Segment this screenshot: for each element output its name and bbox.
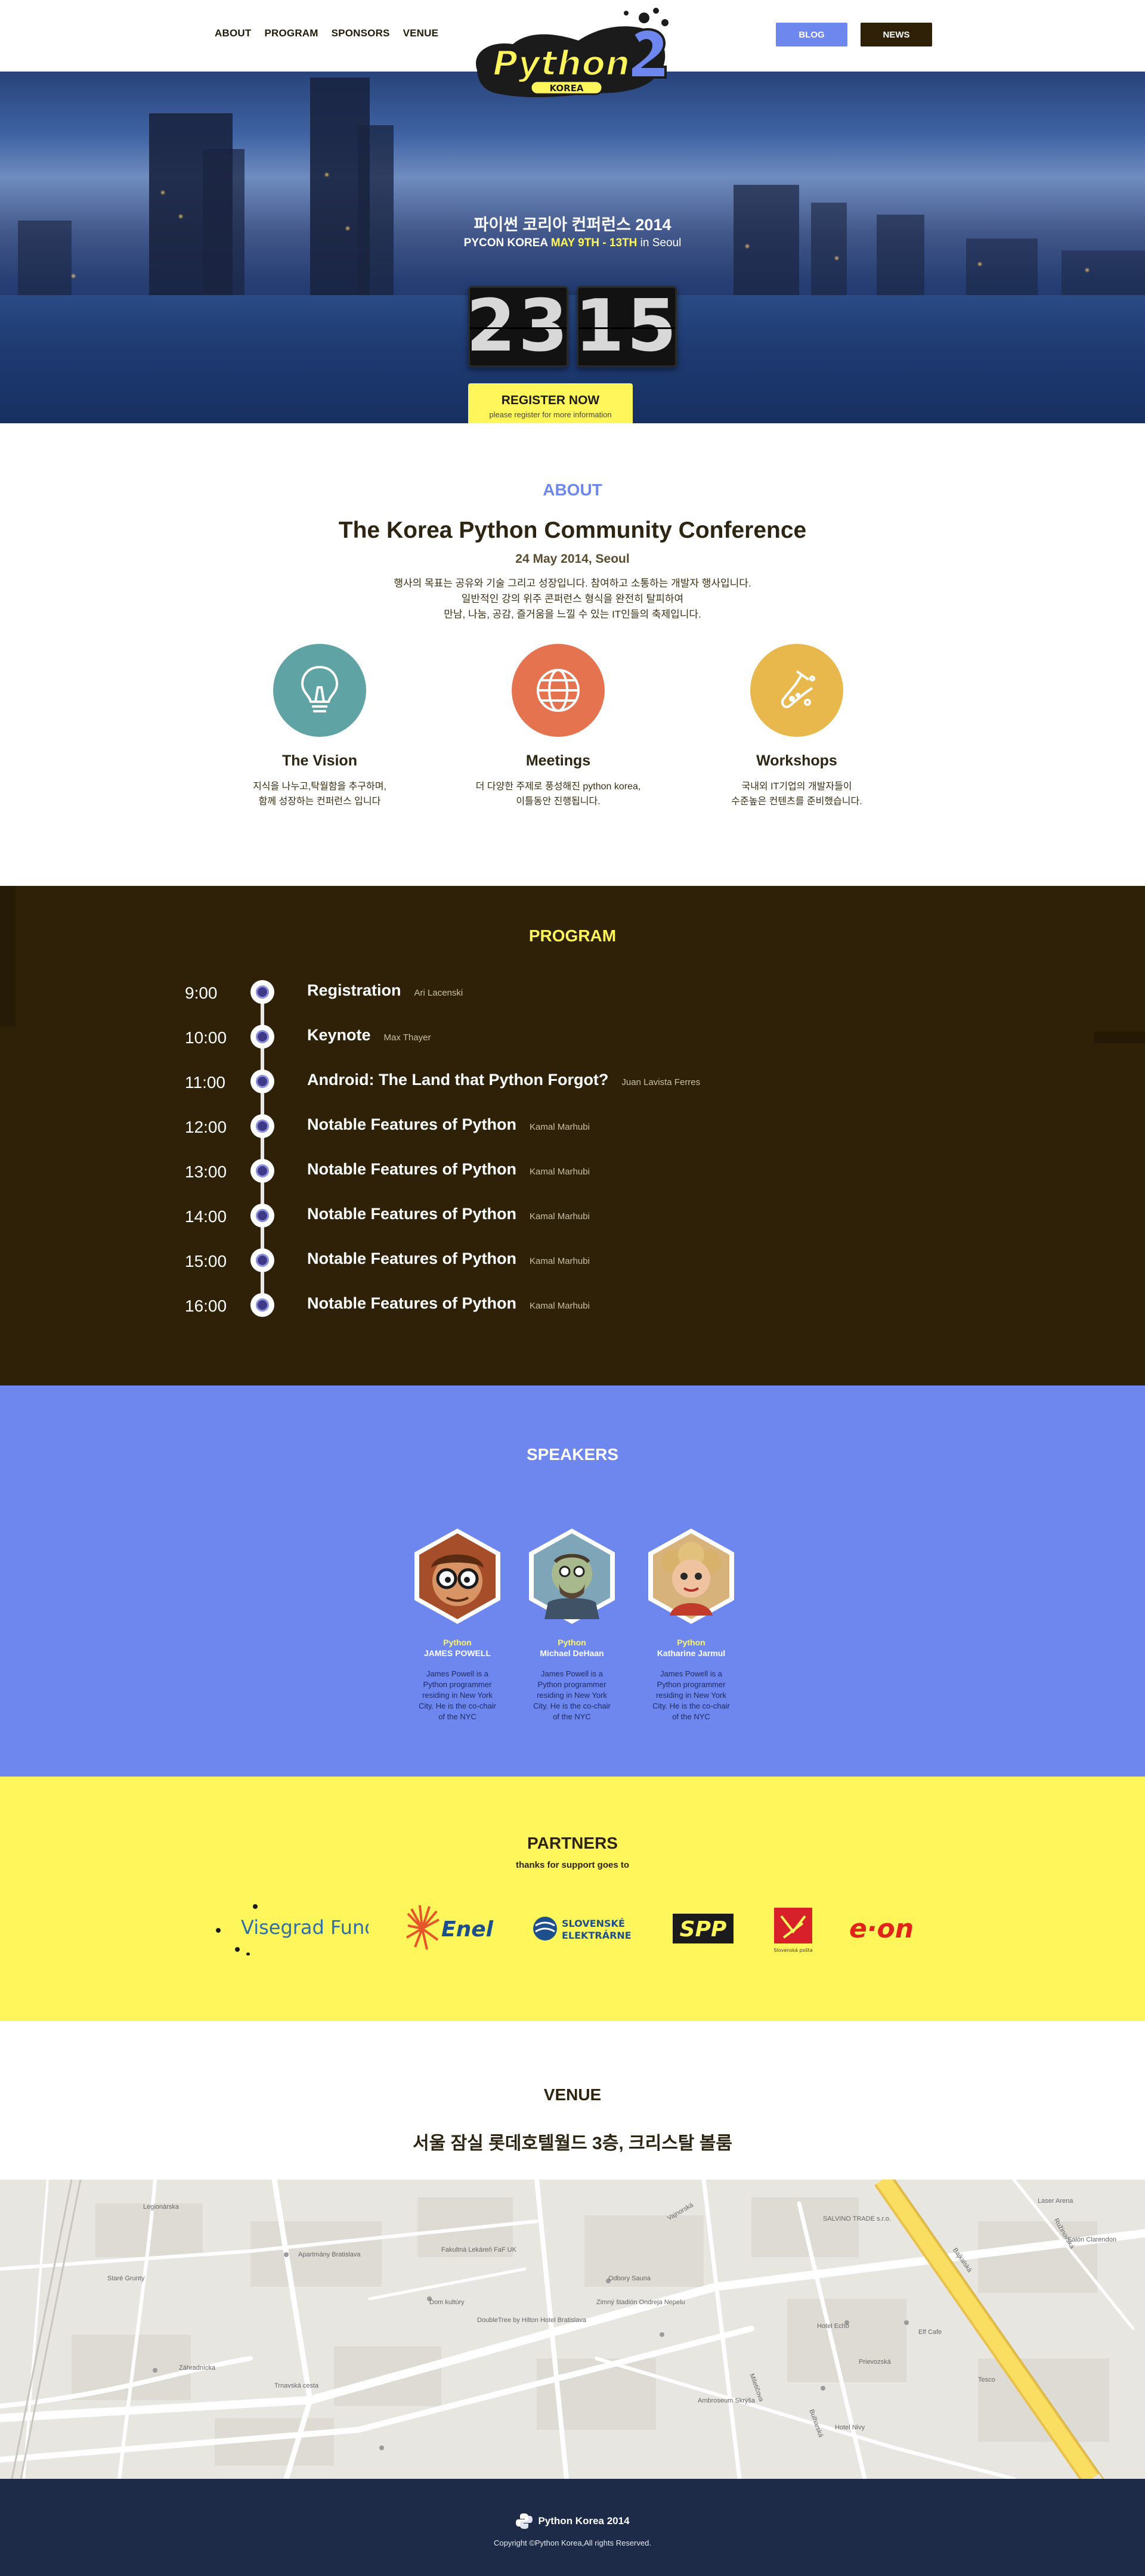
python-korea-logo[interactable]: Python KOREA — [465, 5, 680, 118]
speakers-section: SPEAKERS Python JAMES POWELL James Powel… — [0, 1385, 1145, 1777]
timeline-dot-icon — [250, 1025, 274, 1049]
svg-text:Visegrad Fund: Visegrad Fund — [241, 1916, 369, 1939]
partner-logo-slovenska-posta[interactable]: Slovenská pošta — [769, 1902, 817, 1955]
decorative-bar — [0, 886, 16, 1027]
timeline-dot-icon — [250, 1114, 274, 1138]
flask-icon — [750, 644, 843, 737]
timeline-dot-icon — [250, 1159, 274, 1183]
venue-map[interactable]: Fakultná Lekáreň FaF UK Apartmány Bratis… — [0, 2180, 1145, 2479]
svg-text:SPP: SPP — [680, 1917, 727, 1942]
venue-section: VENUE 서울 잠실 롯데호텔월드 3층, 크리스탈 볼룸 — [0, 2021, 1145, 2180]
timeline-dot-icon — [250, 1070, 274, 1093]
partners-section: PARTNERS thanks for support goes to Vise… — [0, 1777, 1145, 2021]
nav-sponsors[interactable]: SPONSORS — [332, 27, 390, 39]
speaker-card[interactable]: Python Michael DeHaan James Powell is a … — [521, 1526, 623, 1722]
partners-subtitle: thanks for support goes to — [515, 1860, 629, 1870]
hero-dates: MAY 9TH - 13TH — [550, 237, 638, 249]
lightbulb-icon — [273, 644, 366, 737]
partner-logo-spp[interactable]: SPP — [670, 1902, 736, 1955]
svg-text:ELEKTRÁRNE: ELEKTRÁRNE — [562, 1930, 632, 1941]
speaker-avatar — [648, 1529, 734, 1624]
globe-icon — [512, 644, 605, 737]
hero-subtitle: PYCON KOREA MAY 9TH - 13TH in Seoul — [463, 237, 682, 249]
register-now-button[interactable]: REGISTER NOW please register for more in… — [468, 383, 633, 423]
news-button[interactable]: NEWS — [861, 23, 932, 47]
counter-box-1: 23 — [466, 285, 571, 368]
timeline-dot-icon — [250, 1293, 274, 1317]
svg-text:Enel: Enel — [441, 1917, 494, 1942]
hero-title: 파이썬 코리아 컨퍼런스 2014 — [474, 216, 671, 234]
about-description: 행사의 목표는 공유와 기술 그리고 성장입니다. 참여하고 소통하는 개발자 … — [394, 578, 751, 620]
timeline-dot-icon — [250, 980, 274, 1004]
footer: Python Korea 2014 Copyright ©Python Kore… — [0, 2479, 1145, 2576]
hero-section: 파이썬 코리아 컨퍼런스 2014 PYCON KOREA MAY 9TH - … — [0, 72, 1145, 423]
partner-logo-eon[interactable]: e·on — [847, 1902, 930, 1955]
nav-venue[interactable]: VENUE — [403, 27, 439, 39]
schedule-row[interactable]: 10:00 Keynote Max Thayer — [0, 1025, 1145, 1049]
feature-workshops: Workshops 국내외 IT기업의 개발자들이 수준높은 컨텐츠를 준비했습니… — [689, 644, 904, 809]
python-icon — [516, 2513, 533, 2529]
schedule-row[interactable]: 11:00 Android: The Land that Python Forg… — [0, 1070, 1145, 1093]
counter-box-2: 15 — [574, 285, 679, 368]
schedule-row[interactable]: 15:00 Notable Features of Python Kamal Ma… — [0, 1248, 1145, 1272]
feature-meetings: Meetings 더 다양한 주제로 풍성해진 python korea, 이틀동… — [451, 644, 666, 809]
nav-program[interactable]: PROGRAM — [264, 27, 318, 39]
venue-label: VENUE — [543, 2085, 602, 2104]
svg-text:SLOVENSKÉ: SLOVENSKÉ — [562, 1918, 625, 1929]
program-section: PROGRAM 9:00 Registration Ari Lacenski 10… — [0, 886, 1145, 1385]
main-nav: ABOUT PROGRAM SPONSORS VENUE — [215, 27, 438, 39]
footer-brand: Python Korea 2014 — [0, 2512, 1145, 2530]
speakers-label: SPEAKERS — [526, 1445, 619, 1464]
countdown-counter: 23 15 — [466, 285, 679, 368]
schedule-row[interactable]: 13:00 Notable Features of Python Kamal Ma… — [0, 1159, 1145, 1183]
about-section: ABOUT The Korea Python Community Confere… — [0, 423, 1145, 886]
logo-wordmark: Python — [493, 43, 630, 83]
partner-logo-visegrad[interactable]: Visegrad Fund — [213, 1902, 369, 1955]
footer-copyright: Copyright ©Python Korea,All rights Reser… — [494, 2538, 651, 2547]
nav-about[interactable]: ABOUT — [215, 27, 251, 39]
feature-vision: The Vision 지식을 나누고,탁월함을 추구하며, 함께 성장하는 컨퍼런… — [212, 644, 427, 809]
partner-logo-slovenske-elektrarne[interactable]: SLOVENSKÉ ELEKTRÁRNE — [531, 1902, 638, 1955]
logo-korea: KOREA — [549, 83, 583, 94]
venue-address: 서울 잠실 롯데호텔월드 3층, 크리스탈 볼룸 — [413, 2134, 732, 2153]
about-date: 24 May 2014, Seoul — [515, 552, 630, 566]
program-label: PROGRAM — [528, 926, 617, 945]
speaker-avatar — [529, 1529, 615, 1624]
timeline-dot-icon — [250, 1204, 274, 1227]
timeline-dot-icon — [250, 1248, 274, 1272]
about-label: ABOUT — [543, 481, 602, 499]
svg-text:Slovenská pošta: Slovenská pošta — [773, 1947, 812, 1953]
schedule-row[interactable]: 12:00 Notable Features of Python Kamal Ma… — [0, 1114, 1145, 1138]
speaker-avatar — [414, 1529, 500, 1624]
about-heading: The Korea Python Community Conference — [338, 517, 807, 543]
svg-text:e·on: e·on — [849, 1914, 914, 1944]
speaker-card[interactable]: Python JAMES POWELL James Powell is a Py… — [407, 1526, 508, 1722]
schedule-row[interactable]: 9:00 Registration Ari Lacenski — [0, 980, 1145, 1004]
schedule-row[interactable]: 14:00 Notable Features of Python Kamal Ma… — [0, 1204, 1145, 1227]
schedule-row[interactable]: 16:00 Notable Features of Python Kamal Ma… — [0, 1293, 1145, 1317]
blog-button[interactable]: BLOG — [776, 23, 847, 47]
speaker-card[interactable]: Python Katharine Jarmul James Powell is … — [640, 1526, 742, 1722]
partners-label: PARTNERS — [527, 1834, 618, 1852]
partner-logo-enel[interactable]: Enel — [403, 1902, 499, 1955]
